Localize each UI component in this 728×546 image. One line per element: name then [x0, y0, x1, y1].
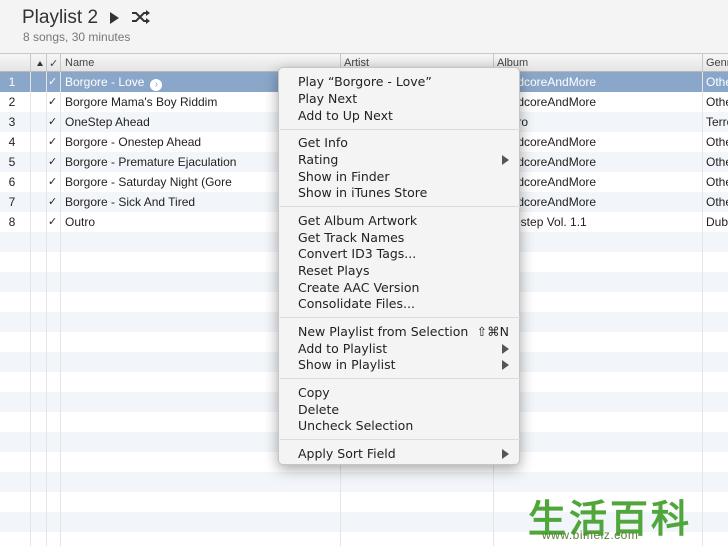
context-menu: Play “Borgore - Love” Play Next Add to U…	[278, 67, 520, 465]
track-number: 4	[8, 135, 16, 149]
track-genre: Othe	[706, 175, 728, 189]
track-album: HardcoreAndMore	[498, 135, 597, 149]
track-number: 3	[8, 115, 16, 129]
track-genre: Dubs	[706, 215, 728, 229]
track-checkbox[interactable]: ✓	[48, 195, 58, 208]
menu-item-show-in-playlist[interactable]: Show in Playlist	[298, 357, 513, 373]
track-album: Outro	[498, 115, 703, 129]
track-checkbox[interactable]: ✓	[48, 175, 58, 188]
track-album: Onestep Vol. 1.1	[498, 215, 587, 229]
column-name-header[interactable]: Name	[65, 57, 94, 69]
sort-ascending-icon[interactable]	[37, 61, 43, 66]
menu-item-create-aac[interactable]: Create AAC Version	[298, 280, 513, 296]
track-genre: Othe	[706, 135, 728, 149]
menu-item-play[interactable]: Play “Borgore - Love”	[298, 74, 513, 90]
track-checkbox[interactable]: ✓	[48, 75, 58, 88]
menu-separator	[280, 317, 520, 318]
track-genre: Othe	[706, 195, 728, 209]
menu-item-play-next[interactable]: Play Next	[298, 91, 513, 107]
menu-separator	[280, 378, 520, 379]
menu-item-get-artwork[interactable]: Get Album Artwork	[298, 213, 513, 229]
track-number: 1	[8, 75, 16, 89]
menu-item-rating[interactable]: Rating	[298, 152, 513, 168]
track-album: HardcoreAndMore	[498, 75, 597, 89]
menu-item-get-info[interactable]: Get Info	[298, 135, 513, 151]
play-icon[interactable]	[110, 12, 119, 24]
track-genre: Othe	[706, 75, 728, 89]
menu-item-reset-plays[interactable]: Reset Plays	[298, 263, 513, 279]
track-genre: Othe	[706, 155, 728, 169]
track-checkbox[interactable]: ✓	[48, 215, 58, 228]
menu-separator	[280, 129, 520, 130]
shuffle-icon[interactable]	[131, 9, 151, 25]
track-album: HardcoreAndMore	[498, 95, 597, 109]
menu-item-copy[interactable]: Copy	[298, 385, 513, 401]
submenu-arrow-icon	[502, 155, 509, 165]
track-number: 2	[8, 95, 16, 109]
menu-separator	[280, 206, 520, 207]
track-genre: Othe	[706, 95, 728, 109]
column-check-header[interactable]: ✓	[49, 57, 58, 70]
playlist-subtitle: 8 songs, 30 minutes	[23, 30, 131, 44]
track-genre: Terro	[706, 115, 728, 129]
menu-item-show-finder[interactable]: Show in Finder	[298, 169, 513, 185]
playlist-header: Playlist 2 8 songs, 30 minutes	[0, 0, 728, 53]
menu-item-add-to-playlist[interactable]: Add to Playlist	[298, 341, 513, 357]
menu-item-show-itunes[interactable]: Show in iTunes Store	[298, 185, 513, 201]
empty-row	[0, 472, 728, 492]
submenu-arrow-icon	[502, 360, 509, 370]
playlist-title: Playlist 2	[22, 7, 99, 28]
track-number: 7	[8, 195, 16, 209]
track-album: HardcoreAndMore	[498, 155, 597, 169]
submenu-arrow-icon	[502, 449, 509, 459]
menu-item-consolidate[interactable]: Consolidate Files...	[298, 296, 513, 312]
track-checkbox[interactable]: ✓	[48, 155, 58, 168]
menu-item-uncheck[interactable]: Uncheck Selection	[298, 418, 513, 434]
submenu-arrow-icon	[502, 344, 509, 354]
track-number: 8	[8, 215, 16, 229]
column-genre-header[interactable]: Genr	[706, 57, 728, 69]
menu-separator	[280, 439, 520, 440]
menu-item-add-up-next[interactable]: Add to Up Next	[298, 108, 513, 124]
shortcut-label: ⇧⌘N	[476, 324, 509, 339]
menu-item-apply-sort[interactable]: Apply Sort Field	[298, 446, 513, 462]
track-number: 5	[8, 155, 16, 169]
menu-item-new-playlist[interactable]: New Playlist from Selection ⇧⌘N	[298, 324, 513, 340]
track-checkbox[interactable]: ✓	[48, 115, 58, 128]
track-number: 6	[8, 175, 16, 189]
track-album: HardcoreAndMore	[498, 175, 597, 189]
menu-item-delete[interactable]: Delete	[298, 402, 513, 418]
track-checkbox[interactable]: ✓	[48, 95, 58, 108]
menu-item-convert-id3[interactable]: Convert ID3 Tags...	[298, 246, 513, 262]
empty-row	[0, 512, 728, 532]
menu-item-get-track-names[interactable]: Get Track Names	[298, 230, 513, 246]
track-checkbox[interactable]: ✓	[48, 135, 58, 148]
track-album: HardcoreAndMore	[498, 195, 597, 209]
arrow-circle-icon[interactable]: ›	[150, 79, 163, 91]
